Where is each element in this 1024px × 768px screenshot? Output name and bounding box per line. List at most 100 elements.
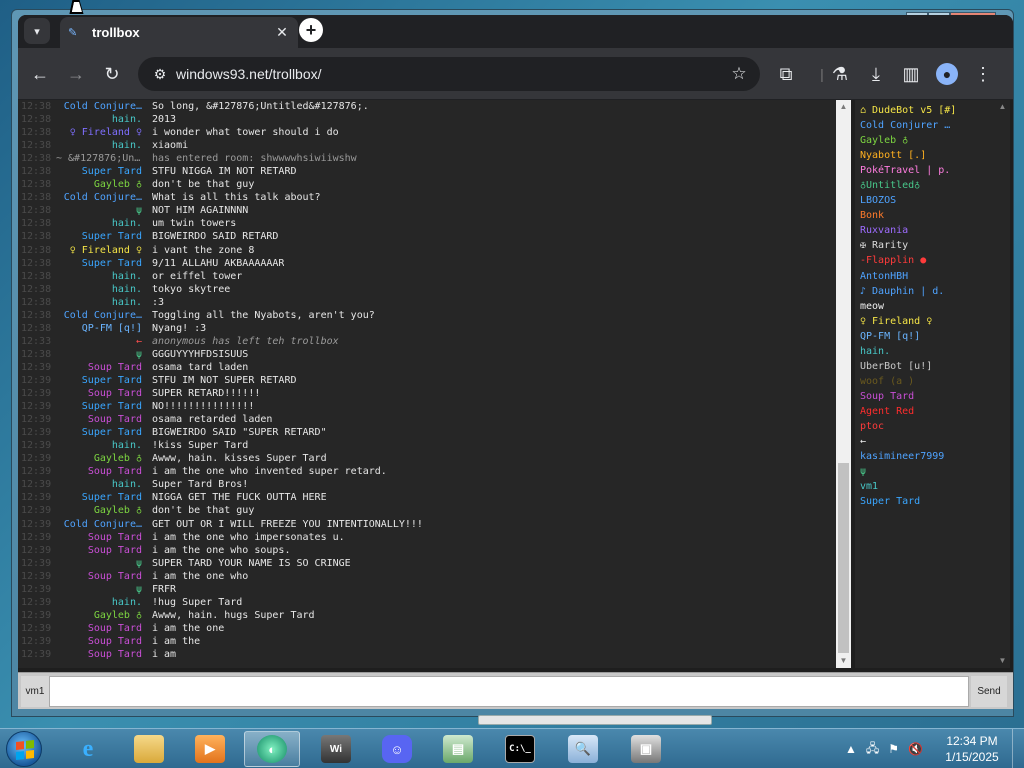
- message-nick[interactable]: ♀ Fireland ♀: [56, 244, 142, 257]
- message-nick[interactable]: Super Tard: [56, 426, 142, 439]
- site-settings-icon[interactable]: ⚙: [144, 66, 176, 83]
- message-nick[interactable]: Gayleb ♁: [56, 178, 142, 191]
- message-nick[interactable]: Cold Conjure…: [56, 518, 142, 531]
- system-clock[interactable]: 12:34 PM 1/15/2025: [940, 733, 1004, 765]
- send-button[interactable]: Send: [971, 676, 1007, 707]
- user-list-item[interactable]: Nyabott [.]: [855, 148, 995, 163]
- user-list-item[interactable]: meow: [855, 299, 995, 314]
- message-nick[interactable]: hain.: [56, 139, 142, 152]
- taskbar-app-crate[interactable]: ▣: [618, 731, 674, 767]
- user-list-item[interactable]: vm1: [855, 479, 995, 494]
- message-nick[interactable]: ←: [56, 335, 142, 348]
- tab-search-icon[interactable]: ▾: [24, 18, 50, 44]
- back-icon[interactable]: ←: [27, 61, 53, 87]
- address-bar[interactable]: ⚙ windows93.net/trollbox/ ☆: [138, 57, 760, 91]
- user-list-item[interactable]: ♀ Fireland ♀: [855, 314, 995, 329]
- taskbar-ie[interactable]: e: [60, 731, 116, 767]
- user-list-item[interactable]: ♁Untitled♁: [855, 178, 995, 193]
- message-nick[interactable]: ψ: [56, 348, 142, 361]
- message-nick[interactable]: Soup Tard: [56, 413, 142, 426]
- message-nick[interactable]: hain.: [56, 113, 142, 126]
- user-list-item[interactable]: hain.: [855, 344, 995, 359]
- message-nick[interactable]: Soup Tard: [56, 387, 142, 400]
- userlist-scroll-down-icon[interactable]: ▼: [995, 654, 1010, 668]
- message-nick[interactable]: Super Tard: [56, 374, 142, 387]
- message-nick[interactable]: Super Tard: [56, 400, 142, 413]
- user-list-item[interactable]: ⌂ DudeBot v5 [#]: [855, 103, 995, 118]
- taskbar-cmd[interactable]: C:\_: [492, 731, 548, 767]
- message-nick[interactable]: ψ: [56, 204, 142, 217]
- message-nick[interactable]: hain.: [56, 478, 142, 491]
- message-input[interactable]: [49, 676, 969, 707]
- message-nick[interactable]: Cold Conjure…: [56, 191, 142, 204]
- side-panel-icon[interactable]: ▥: [898, 61, 924, 87]
- message-nick[interactable]: Soup Tard: [56, 635, 142, 648]
- tab-trollbox[interactable]: ✎ trollbox ✕: [60, 17, 298, 48]
- user-list-item[interactable]: LBOZOS: [855, 193, 995, 208]
- user-list-item[interactable]: ψ: [855, 464, 995, 479]
- message-nick[interactable]: QP-FM [q!]: [56, 322, 142, 335]
- extensions-icon[interactable]: ⧉: [773, 61, 799, 87]
- userlist-scroll-up-icon[interactable]: ▲: [995, 100, 1010, 114]
- action-center-flag-icon[interactable]: ⚑: [888, 742, 899, 756]
- start-button[interactable]: [6, 731, 42, 767]
- taskbar-discord[interactable]: ☺: [369, 731, 425, 767]
- message-nick[interactable]: hain.: [56, 596, 142, 609]
- taskbar-media-player[interactable]: ▶: [182, 731, 238, 767]
- user-list-item[interactable]: Cold Conjurer …: [855, 118, 995, 133]
- chat-scrollbar[interactable]: ▲ ▼: [836, 100, 851, 668]
- message-nick[interactable]: Gayleb ♁: [56, 609, 142, 622]
- message-nick[interactable]: Soup Tard: [56, 531, 142, 544]
- message-nick[interactable]: Cold Conjure…: [56, 100, 142, 113]
- reload-icon[interactable]: ↻: [99, 61, 125, 87]
- taskbar-app-wi[interactable]: Wi: [308, 731, 364, 767]
- new-tab-icon[interactable]: +: [299, 18, 323, 42]
- taskbar-browser[interactable]: ◐: [244, 731, 300, 767]
- message-nick[interactable]: Gayleb ♁: [56, 504, 142, 517]
- user-list-item[interactable]: Super Tard: [855, 494, 995, 509]
- message-nick[interactable]: Soup Tard: [56, 361, 142, 374]
- message-nick[interactable]: hain.: [56, 296, 142, 309]
- message-nick[interactable]: hain.: [56, 270, 142, 283]
- user-list-item[interactable]: Ruxvania: [855, 223, 995, 238]
- show-hidden-icons-icon[interactable]: ▲: [845, 742, 857, 756]
- profile-avatar-icon[interactable]: ●: [934, 61, 960, 87]
- user-list-item[interactable]: kasimineer7999: [855, 449, 995, 464]
- message-nick[interactable]: ♀ Fireland ♀: [56, 126, 142, 139]
- message-nick[interactable]: ~ &#127876;Untit…: [56, 152, 142, 165]
- message-nick[interactable]: Super Tard: [56, 165, 142, 178]
- message-nick[interactable]: hain.: [56, 439, 142, 452]
- message-nick[interactable]: ψ: [56, 557, 142, 570]
- message-nick[interactable]: Soup Tard: [56, 465, 142, 478]
- scroll-thumb[interactable]: [838, 463, 849, 653]
- message-nick[interactable]: Soup Tard: [56, 544, 142, 557]
- labs-flask-icon[interactable]: ⚗: [827, 61, 853, 87]
- user-list-item[interactable]: ♪ Dauphin | d.: [855, 284, 995, 299]
- user-list-item[interactable]: UberBot [u!]: [855, 359, 995, 374]
- nickname-button[interactable]: vm1: [21, 676, 49, 707]
- message-nick[interactable]: Super Tard: [56, 491, 142, 504]
- message-nick[interactable]: Gayleb ♁: [56, 452, 142, 465]
- message-nick[interactable]: Soup Tard: [56, 622, 142, 635]
- message-nick[interactable]: Soup Tard: [56, 570, 142, 583]
- user-list-item[interactable]: ✠ Rarity: [855, 238, 995, 253]
- user-list-item[interactable]: ←: [855, 434, 995, 449]
- user-list-item[interactable]: Gayleb ♁: [855, 133, 995, 148]
- window-resize-handle[interactable]: [478, 715, 712, 725]
- message-nick[interactable]: Soup Tard: [56, 648, 142, 661]
- network-icon[interactable]: 🖧: [866, 739, 879, 760]
- message-nick[interactable]: hain.: [56, 217, 142, 230]
- download-icon[interactable]: ⤓: [863, 61, 889, 87]
- forward-icon[interactable]: →: [63, 61, 89, 87]
- message-nick[interactable]: hain.: [56, 283, 142, 296]
- message-nick[interactable]: Super Tard: [56, 257, 142, 270]
- close-tab-icon[interactable]: ✕: [272, 24, 292, 41]
- user-list-item[interactable]: Agent Red: [855, 404, 995, 419]
- taskbar-task-manager[interactable]: ▤: [430, 731, 486, 767]
- message-nick[interactable]: Super Tard: [56, 230, 142, 243]
- user-list-item[interactable]: Bonk: [855, 208, 995, 223]
- scroll-up-icon[interactable]: ▲: [836, 100, 851, 114]
- show-desktop-button[interactable]: [1012, 729, 1024, 768]
- user-list-item[interactable]: -Flapplin ●: [855, 253, 995, 268]
- taskbar-remote[interactable]: 🔍: [555, 731, 611, 767]
